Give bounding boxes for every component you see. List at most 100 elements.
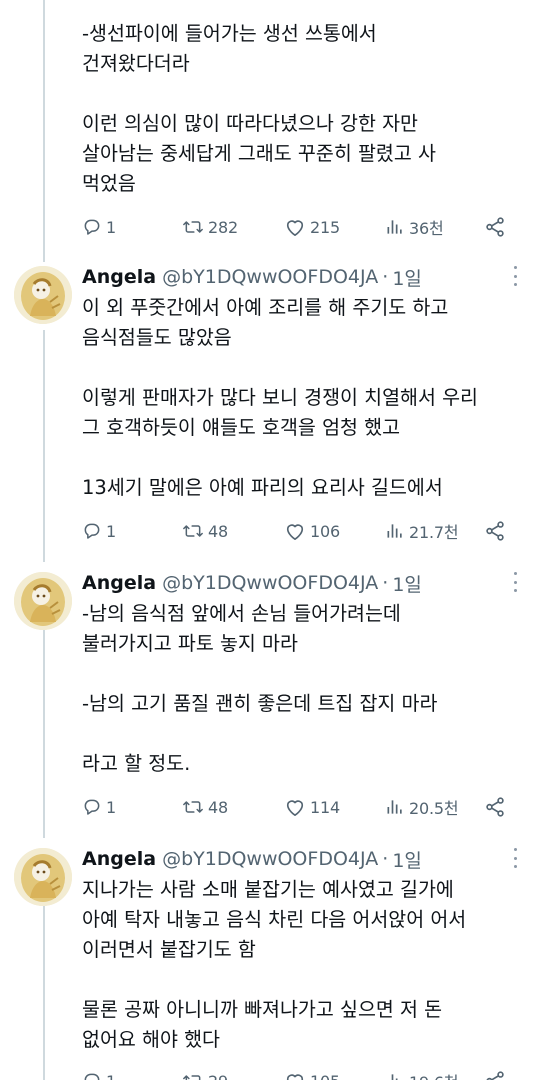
tweet-line [82, 353, 532, 383]
share-button[interactable] [484, 792, 510, 822]
views-count: 19.6천 [409, 1069, 459, 1080]
share-button[interactable] [484, 516, 510, 546]
retweet-button[interactable]: 48 [182, 792, 228, 822]
like-count: 105 [310, 1072, 340, 1080]
author-handle[interactable]: @bY1DQwwOOFDO4JA [162, 848, 378, 870]
more-options-icon[interactable] [512, 572, 518, 592]
share-icon [486, 1071, 504, 1080]
avatar[interactable] [14, 266, 72, 324]
like-count: 106 [310, 521, 340, 541]
tweet-header: Angela @bY1DQwwOOFDO4JA · 1일 [82, 568, 422, 598]
retweet-icon [183, 1075, 201, 1080]
tweet-line: -남의 음식점 앞에서 손님 들어가려는데 [82, 602, 401, 625]
tweet-actions: 1 48 114 20.5천 [82, 792, 522, 822]
tweet-line [82, 79, 532, 109]
views-count: 36천 [409, 219, 444, 238]
views-button[interactable]: 21.7천 [385, 516, 459, 546]
reply-button[interactable]: 1 [82, 1066, 116, 1080]
views-button[interactable]: 20.5천 [385, 792, 459, 822]
tweet-header: Angela @bY1DQwwOOFDO4JA · 1일 [82, 844, 422, 874]
tweet-line: 음식점들도 많았음 [82, 326, 232, 349]
avatar[interactable] [14, 572, 72, 630]
views-button[interactable]: 36천 [385, 212, 444, 242]
retweet-count: 282 [208, 217, 238, 237]
views-icon [387, 524, 402, 538]
author-name[interactable]: Angela [82, 266, 156, 288]
tweet-time[interactable]: 1일 [392, 264, 422, 291]
tweet[interactable]: -생선파이에 들어가는 생선 쓰통에서 건져왔다더라 이런 의심이 많이 따라다… [0, 0, 540, 250]
heart-icon [286, 524, 304, 540]
reply-count: 1 [106, 521, 116, 541]
like-count: 114 [310, 797, 340, 817]
retweet-button[interactable]: 29 [182, 1066, 228, 1080]
tweet-line [82, 443, 532, 473]
avatar[interactable] [14, 848, 72, 906]
retweet-count: 48 [208, 797, 228, 817]
tweet[interactable]: Angela @bY1DQwwOOFDO4JA · 1일 -남의 음식점 앞에서… [0, 568, 540, 830]
share-button[interactable] [484, 212, 510, 242]
reply-icon [84, 1073, 100, 1080]
tweet-line [82, 719, 532, 749]
reply-count: 1 [106, 1072, 116, 1080]
tweet-text: 지나가는 사람 소매 붙잡기는 예사였고 길가에 아예 탁자 내놓고 음식 차린… [82, 875, 532, 1055]
separator-dot: · [382, 266, 389, 288]
more-options-icon[interactable] [512, 848, 518, 868]
tweet-line: 이 외 푸줏간에서 아예 조리를 해 주기도 하고 [82, 296, 449, 319]
author-handle[interactable]: @bY1DQwwOOFDO4JA [162, 266, 378, 288]
views-icon [387, 220, 402, 234]
reply-button[interactable]: 1 [82, 212, 116, 242]
like-button[interactable]: 105 [284, 1066, 340, 1080]
tweet-line: 아예 탁자 내놓고 음식 차린 다음 어서앉어 어서 [82, 908, 467, 931]
tweet-line: 이러면서 붙잡기도 함 [82, 938, 256, 961]
reply-icon [84, 523, 100, 539]
tweet-text: 이 외 푸줏간에서 아예 조리를 해 주기도 하고 음식점들도 많았음 이렇게 … [82, 293, 532, 503]
retweet-icon [183, 525, 203, 537]
tweet-text: -남의 음식점 앞에서 손님 들어가려는데 불러가지고 파토 놓지 마라 -남의… [82, 599, 532, 779]
tweet-line: 지나가는 사람 소매 붙잡기는 예사였고 길가에 [82, 878, 454, 901]
tweet-actions: 1 29 105 19.6천 [82, 1066, 522, 1080]
like-count: 215 [310, 217, 340, 237]
tweet-line: 이런 의심이 많이 따라다녔으나 강한 자만 [82, 112, 418, 135]
tweet-text: -생선파이에 들어가는 생선 쓰통에서 건져왔다더라 이런 의심이 많이 따라다… [82, 19, 532, 199]
retweet-button[interactable]: 282 [182, 212, 238, 242]
tweet-line: 건져왔다더라 [82, 52, 190, 75]
retweet-count: 29 [208, 1072, 228, 1080]
heart-icon [286, 220, 304, 236]
retweet-icon [183, 801, 203, 813]
like-button[interactable]: 114 [284, 792, 340, 822]
reply-button[interactable]: 1 [82, 792, 116, 822]
tweet-line: 불러가지고 파토 놓지 마라 [82, 632, 298, 655]
retweet-button[interactable]: 48 [182, 516, 228, 546]
tweet-time[interactable]: 1일 [392, 570, 422, 597]
tweet[interactable]: Angela @bY1DQwwOOFDO4JA · 1일 이 외 푸줏간에서 아… [0, 262, 540, 552]
tweet-line: 먹었음 [82, 172, 136, 195]
like-button[interactable]: 215 [284, 212, 340, 242]
reply-icon [84, 219, 100, 235]
heart-icon [286, 800, 304, 816]
views-button[interactable]: 19.6천 [385, 1066, 459, 1080]
reply-button[interactable]: 1 [82, 516, 116, 546]
share-icon [486, 217, 504, 237]
author-name[interactable]: Angela [82, 848, 156, 870]
tweet-line: 그 호객하듯이 얘들도 호객을 엄청 했고 [82, 416, 401, 439]
tweet-line: -생선파이에 들어가는 생선 쓰통에서 [82, 22, 377, 45]
author-name[interactable]: Angela [82, 572, 156, 594]
separator-dot: · [382, 848, 389, 870]
retweet-icon [183, 221, 203, 233]
share-icon [486, 521, 504, 541]
views-count: 21.7천 [409, 523, 459, 542]
tweet-header: Angela @bY1DQwwOOFDO4JA · 1일 [82, 262, 422, 292]
tweet-line: -남의 고기 품질 괜히 좋은데 트집 잡지 마라 [82, 692, 438, 715]
tweet-time[interactable]: 1일 [392, 846, 422, 873]
more-options-icon[interactable] [512, 266, 518, 286]
reply-count: 1 [106, 797, 116, 817]
tweet[interactable]: Angela @bY1DQwwOOFDO4JA · 1일 지나가는 사람 소매 … [0, 844, 540, 1080]
tweet-line [82, 659, 532, 689]
share-button[interactable] [484, 1066, 510, 1080]
tweet-line: 물론 공짜 아니니까 빠져나가고 싶으면 저 돈 [82, 998, 443, 1021]
tweet-line: 없어요 해야 했다 [82, 1028, 220, 1051]
like-button[interactable]: 106 [284, 516, 340, 546]
author-handle[interactable]: @bY1DQwwOOFDO4JA [162, 572, 378, 594]
tweet-line [82, 965, 532, 995]
reply-count: 1 [106, 217, 116, 237]
